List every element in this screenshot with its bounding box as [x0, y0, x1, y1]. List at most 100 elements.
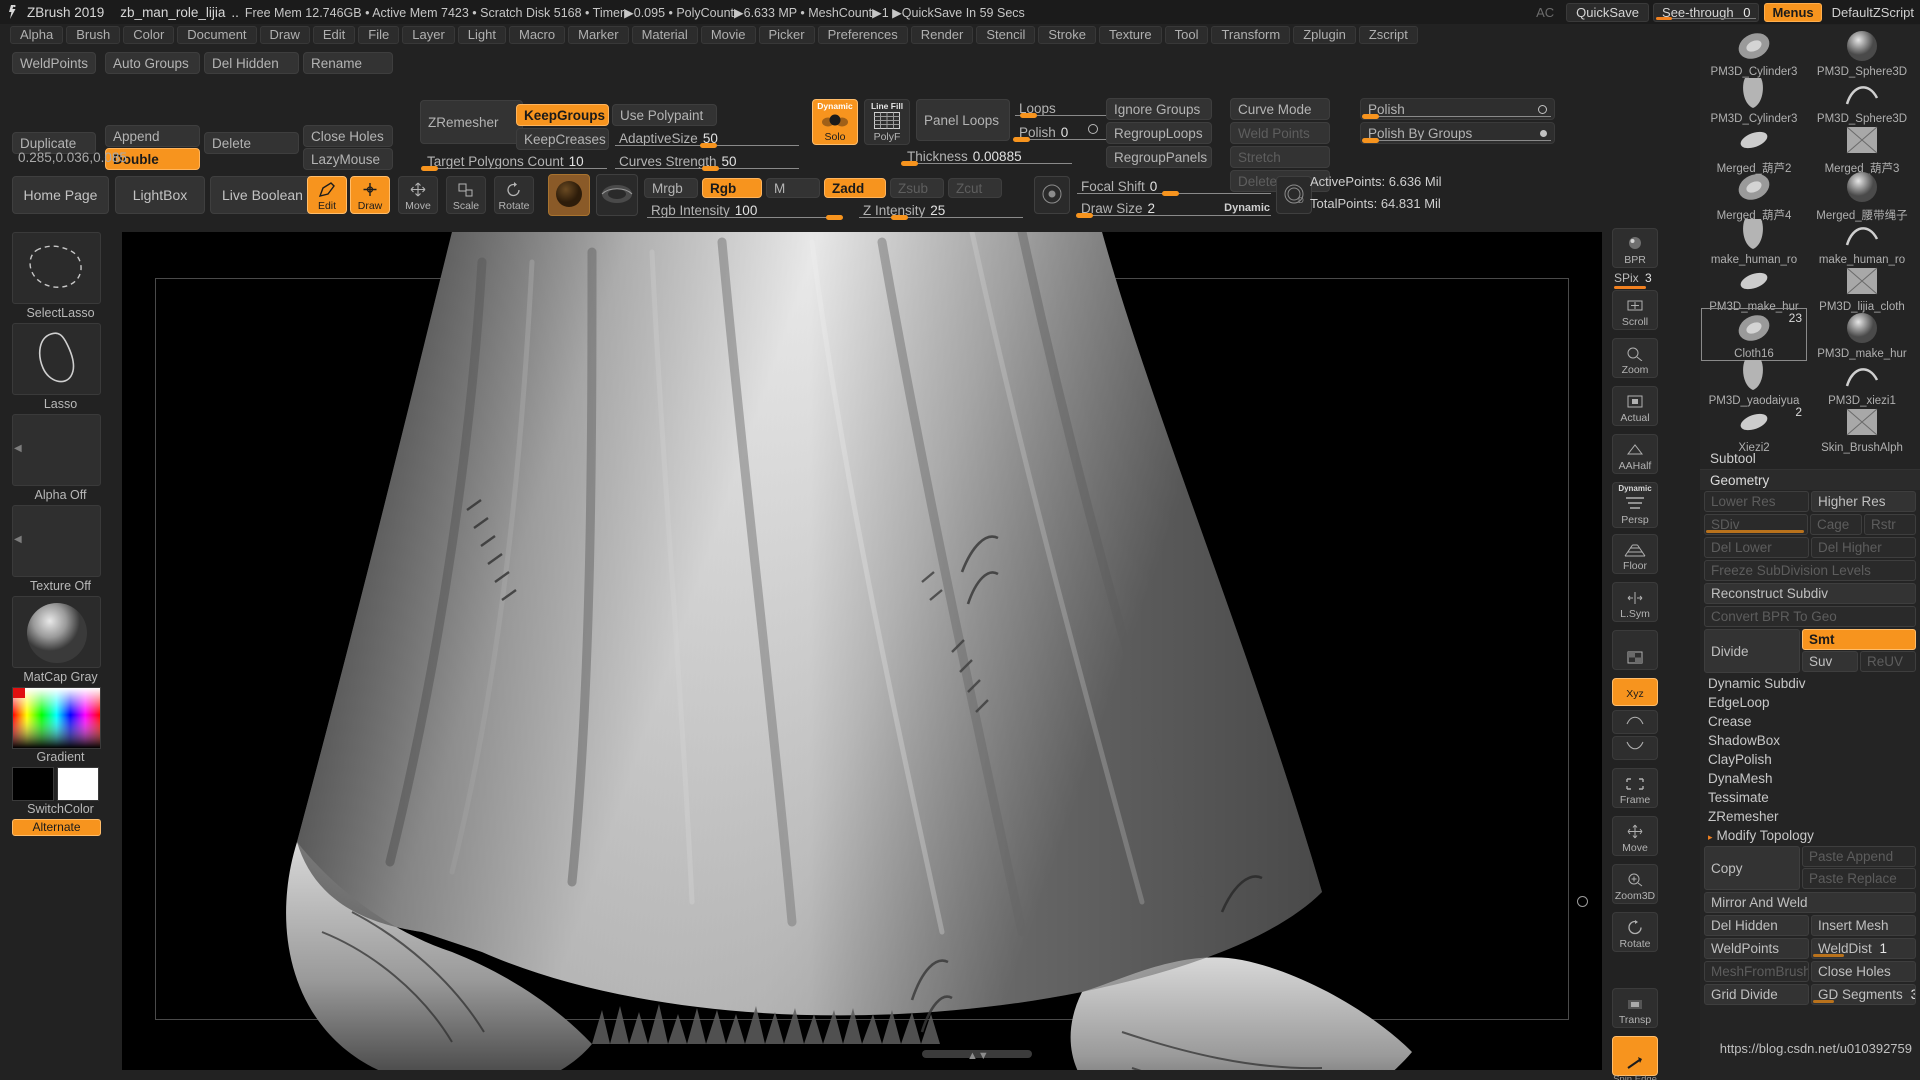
aahalf-button[interactable]: AAHalf	[1612, 434, 1658, 474]
spin-edge-button[interactable]	[1612, 1036, 1658, 1076]
rotate-nav-button[interactable]: Rotate	[1612, 912, 1658, 952]
focal-shift-icon-button[interactable]	[1034, 176, 1070, 214]
auto-groups-button[interactable]: Auto Groups	[105, 52, 200, 74]
welddist-slider[interactable]: WeldDist 1	[1811, 938, 1916, 959]
ignore-groups-button[interactable]: Ignore Groups	[1106, 98, 1212, 120]
transp-toggle-button[interactable]	[1612, 630, 1658, 670]
draw-button[interactable]: Draw	[350, 176, 390, 214]
mrgb-button[interactable]: Mrgb	[644, 178, 698, 198]
weld-points-2-button[interactable]: Weld Points	[1230, 122, 1330, 144]
zadd-button[interactable]: Zadd	[824, 178, 886, 198]
canvas-scroll-caret-icon[interactable]: ▲▼	[967, 1050, 989, 1062]
see-through-knob[interactable]	[1656, 16, 1673, 20]
del-higher-button[interactable]: Del Higher	[1811, 537, 1916, 558]
current-brush-button[interactable]	[596, 174, 638, 216]
current-alpha-tile[interactable]: ◀	[12, 414, 101, 486]
tool-item[interactable]: PM3D_xiezi1	[1810, 356, 1914, 407]
persp-button[interactable]: Dynamic Persp	[1612, 482, 1658, 528]
z-intensity-knob[interactable]	[891, 215, 908, 220]
draw-size-icon-button[interactable]: D	[1276, 176, 1312, 214]
menu-item-document[interactable]: Document	[177, 26, 257, 44]
frame-button[interactable]: Frame	[1612, 768, 1658, 808]
suv-button[interactable]: Suv	[1802, 651, 1858, 672]
bpr-button[interactable]: BPR	[1612, 228, 1658, 268]
scale-button[interactable]: Scale	[446, 176, 486, 214]
crease-section[interactable]: Crease	[1700, 712, 1920, 731]
viewport-canvas[interactable]: ▲▼	[122, 232, 1602, 1070]
menu-item-edit[interactable]: Edit	[312, 26, 356, 44]
zoom3d-button[interactable]: Zoom3D	[1612, 864, 1658, 904]
menu-item-file[interactable]: File	[358, 26, 400, 44]
local-symmetry-button[interactable]: L.Sym	[1612, 582, 1658, 622]
menu-item-preferences[interactable]: Preferences	[817, 26, 908, 44]
panel-loops-button[interactable]: Panel Loops	[916, 99, 1010, 141]
zremesher-button[interactable]: ZRemesher	[420, 100, 523, 144]
del-lower-button[interactable]: Del Lower	[1704, 537, 1809, 558]
default-zscript-label[interactable]: DefaultZScript	[1826, 5, 1920, 20]
move-button[interactable]: Move	[398, 176, 438, 214]
sdiv-slider[interactable]: SDiv	[1704, 514, 1808, 535]
current-stroke-tile[interactable]	[12, 323, 101, 395]
modify-topology-section[interactable]: ▸ Modify Topology	[1700, 826, 1920, 845]
tool-item[interactable]: Skin_BrushAlph	[1810, 403, 1914, 454]
adaptivesize-slider[interactable]: AdaptiveSize 50	[612, 128, 802, 148]
mirror-and-weld-button[interactable]: Mirror And Weld	[1704, 892, 1916, 913]
menu-item-tool[interactable]: Tool	[1164, 26, 1209, 44]
polish-by-groups-slider[interactable]: Polish By Groups	[1360, 122, 1555, 144]
tool-item[interactable]: 2 Xiezi2	[1702, 403, 1806, 454]
smt-button[interactable]: Smt	[1802, 629, 1916, 650]
secondary-color-swatch[interactable]	[57, 767, 99, 801]
see-through-slider[interactable]: See-through 0	[1653, 2, 1760, 22]
insert-mesh-button[interactable]: Insert Mesh	[1811, 915, 1916, 936]
switchcolor-label[interactable]: SwitchColor	[12, 801, 109, 819]
close-holes-button[interactable]: Close Holes	[303, 125, 393, 147]
transp-button[interactable]: Transp	[1612, 988, 1658, 1028]
symmetry-x-button[interactable]	[1612, 710, 1658, 734]
zsub-button[interactable]: Zsub	[890, 178, 944, 198]
primary-color-swatch[interactable]	[12, 767, 54, 801]
freeze-subdivision-button[interactable]: Freeze SubDivision Levels	[1704, 560, 1916, 581]
texture-prev-arrow-icon[interactable]: ◀	[14, 534, 23, 550]
regrouploops-button[interactable]: RegroupLoops	[1106, 122, 1212, 144]
dynamesh-section[interactable]: DynaMesh	[1700, 769, 1920, 788]
subtool-section-title[interactable]: Subtool	[1700, 449, 1920, 469]
higher-res-button[interactable]: Higher Res	[1811, 491, 1916, 512]
polish-radio-icon[interactable]	[1088, 124, 1098, 134]
menu-item-zscript[interactable]: Zscript	[1358, 26, 1418, 44]
menu-item-movie[interactable]: Movie	[700, 26, 756, 44]
dynamic-solo-button[interactable]: Dynamic Solo	[812, 99, 858, 145]
dynamic-subdiv-section[interactable]: Dynamic Subdiv	[1700, 674, 1920, 693]
close-holes-right-button[interactable]: Close Holes	[1811, 961, 1916, 982]
alternate-button[interactable]: Alternate	[12, 819, 101, 836]
menu-item-transform[interactable]: Transform	[1211, 26, 1291, 44]
loops-knob[interactable]	[1020, 113, 1037, 118]
home-page-button[interactable]: Home Page	[12, 176, 109, 214]
zcut-button[interactable]: Zcut	[948, 178, 1002, 198]
tool-item[interactable]: PM3D_Sphere3D	[1810, 27, 1914, 78]
menu-item-brush[interactable]: Brush	[66, 26, 121, 44]
quicksave-button[interactable]: QuickSave	[1566, 2, 1650, 22]
polish-top-radio-icon[interactable]	[1538, 104, 1547, 114]
menu-item-draw[interactable]: Draw	[259, 26, 310, 44]
menus-button[interactable]: Menus	[1764, 2, 1822, 22]
menu-item-macro[interactable]: Macro	[508, 26, 566, 44]
menu-item-light[interactable]: Light	[457, 26, 506, 44]
current-material-tile[interactable]	[12, 596, 101, 668]
rgb-intensity-knob[interactable]	[826, 215, 843, 220]
polish-by-groups-radio-icon[interactable]	[1540, 129, 1547, 137]
del-hidden-right-button[interactable]: Del Hidden	[1704, 915, 1809, 936]
move-nav-button[interactable]: Move	[1612, 816, 1658, 856]
geometry-section-title[interactable]: Geometry	[1700, 469, 1920, 490]
rotate-button[interactable]: Rotate	[494, 176, 534, 214]
shadowbox-section[interactable]: ShadowBox	[1700, 731, 1920, 750]
rename-button[interactable]: Rename	[303, 52, 393, 74]
menu-item-zplugin[interactable]: Zplugin	[1293, 26, 1356, 44]
scroll-button[interactable]: Scroll	[1612, 290, 1658, 330]
actual-button[interactable]: Actual	[1612, 386, 1658, 426]
xyz-button[interactable]: Xyz	[1612, 678, 1658, 706]
z-intensity-slider[interactable]: Z Intensity 25	[856, 200, 1026, 220]
current-texture-tile[interactable]: ◀	[12, 505, 101, 577]
rgb-button[interactable]: Rgb	[702, 178, 762, 198]
tool-item[interactable]: PM3D_Sphere3D	[1810, 74, 1914, 125]
draw-size-knob[interactable]	[1076, 213, 1093, 218]
